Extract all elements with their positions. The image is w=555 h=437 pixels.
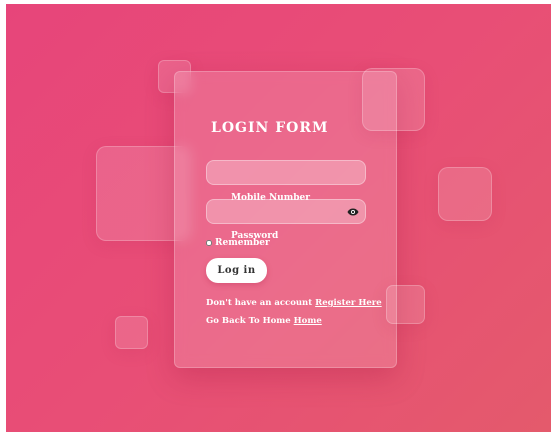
eye-icon[interactable]: [347, 207, 359, 217]
glass-square-top-right: [362, 68, 425, 131]
remember-checkbox[interactable]: [206, 240, 212, 246]
register-prompt: Don't have an account: [206, 298, 313, 308]
glass-square-right: [438, 167, 492, 221]
remember-me[interactable]: Remember: [206, 238, 270, 248]
glass-square-bottom-left: [115, 316, 148, 349]
password-input[interactable]: [207, 201, 365, 224]
home-link[interactable]: Home: [294, 316, 322, 326]
mobile-number-input[interactable]: [207, 162, 365, 185]
home-line: Go Back To Home Home: [206, 316, 322, 326]
mobile-number-field[interactable]: [206, 160, 366, 185]
form-title: LOGIN FORM: [211, 120, 329, 136]
login-button[interactable]: Log in: [206, 258, 267, 283]
remember-label: Remember: [215, 238, 270, 248]
register-line: Don't have an account Register Here: [206, 298, 382, 308]
login-scene: LOGIN FORM Mobile Number Password Rememb…: [6, 4, 551, 432]
password-field[interactable]: [206, 199, 366, 224]
register-link[interactable]: Register Here: [315, 298, 382, 308]
glass-square-bottom-right: [386, 285, 425, 324]
home-prompt: Go Back To Home: [206, 316, 291, 326]
